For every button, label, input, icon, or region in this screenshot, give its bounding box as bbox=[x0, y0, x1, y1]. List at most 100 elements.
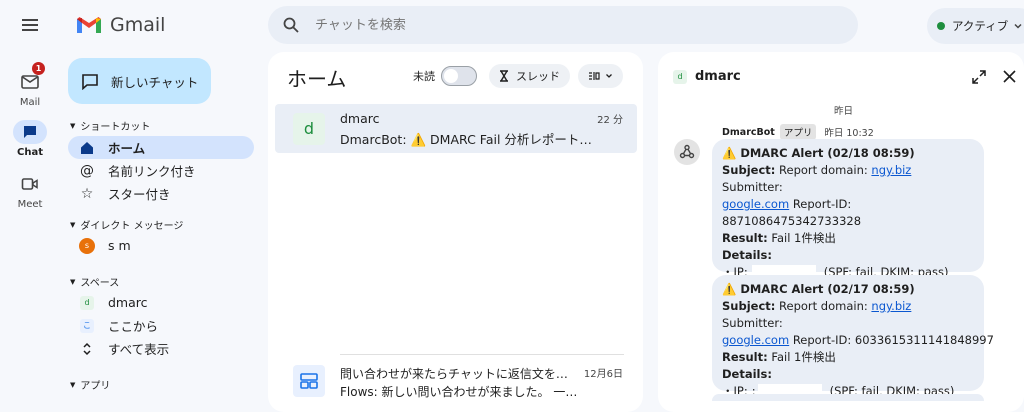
rail-chat[interactable]: Chat bbox=[0, 120, 60, 158]
shortcuts-section-header[interactable]: ▼ ショートカット bbox=[70, 118, 151, 134]
chat-header: d dmarc bbox=[673, 69, 741, 84]
subject-label: Subject: bbox=[722, 299, 776, 313]
open-in-full-icon[interactable] bbox=[972, 70, 986, 84]
sender-line: DmarcBot アプリ 昨日 10:32 bbox=[722, 124, 874, 140]
dm-section-header[interactable]: ▼ ダイレクト メッセージ bbox=[70, 217, 184, 233]
search-bar[interactable] bbox=[268, 6, 858, 44]
report-id-label: Report-ID: bbox=[792, 333, 852, 347]
list-item-time: 12月6日 bbox=[583, 369, 623, 380]
unfold-icon bbox=[78, 342, 96, 356]
result-value: Fail 1件検出 bbox=[771, 350, 836, 364]
list-item[interactable]: d dmarc DmarcBot: ⚠️ DMARC Fail 分析レポート… … bbox=[275, 104, 637, 153]
avatar: s bbox=[79, 237, 95, 254]
space-kokokara-label: ここから bbox=[108, 319, 159, 334]
submitter-link[interactable]: google.com bbox=[722, 333, 789, 347]
chat-title[interactable]: dmarc bbox=[695, 69, 741, 84]
star-icon: ☆ bbox=[80, 185, 94, 202]
view-list-icon bbox=[588, 71, 600, 81]
unread-toggle[interactable]: 未読 bbox=[413, 66, 477, 86]
new-chat-icon bbox=[81, 73, 99, 90]
nav-item-space-dmarc[interactable]: d dmarc bbox=[68, 291, 254, 314]
main-menu-icon[interactable] bbox=[20, 15, 40, 35]
list-item-title: 問い合わせが来たらチャットに返信文を… bbox=[340, 367, 568, 381]
rail-meet-label: Meet bbox=[17, 199, 43, 210]
domain-link[interactable]: ngy.biz bbox=[871, 163, 911, 177]
result-label: Result: bbox=[722, 350, 768, 364]
app-rail: 1 Mail Chat Meet bbox=[0, 0, 60, 401]
chevron-down-icon bbox=[605, 72, 613, 80]
new-chat-button[interactable]: 新しいチャット bbox=[68, 58, 211, 104]
message-card: ⚠️ DMARC Alert (02/17 08:59) Subject: Re… bbox=[712, 275, 994, 399]
bot-avatar bbox=[674, 139, 700, 165]
nav-mentions-label: 名前リンク付き bbox=[108, 164, 196, 179]
status-dot bbox=[937, 22, 945, 30]
mail-icon bbox=[21, 75, 39, 89]
close-icon[interactable] bbox=[1003, 70, 1016, 83]
space-dmarc-icon: d bbox=[80, 295, 94, 310]
gmail-wordmark: Gmail bbox=[110, 14, 166, 36]
nav-item-space-kokokara[interactable]: こ ここから bbox=[68, 314, 254, 337]
rail-meet[interactable]: Meet bbox=[0, 172, 60, 210]
sent-time: 昨日 10:32 bbox=[824, 128, 874, 139]
caret-down-icon: ▼ bbox=[70, 277, 76, 286]
subject-text: Report domain: bbox=[779, 163, 868, 177]
unread-label: 未読 bbox=[413, 70, 435, 83]
details-label: Details: bbox=[722, 248, 772, 262]
nav-item-show-all[interactable]: すべて表示 bbox=[68, 337, 254, 360]
chevron-down-icon bbox=[1013, 21, 1023, 31]
show-all-label: すべて表示 bbox=[108, 342, 170, 357]
apps-section-header[interactable]: ▼ アプリ bbox=[70, 377, 111, 393]
webhook-icon bbox=[679, 144, 695, 160]
dm-header-label: ダイレクト メッセージ bbox=[80, 221, 184, 232]
dm-user-label: s m bbox=[108, 238, 131, 253]
nav-item-starred[interactable]: ☆ スター付き bbox=[68, 182, 254, 205]
sender-name[interactable]: DmarcBot bbox=[722, 127, 775, 138]
spaces-header-label: スペース bbox=[80, 278, 120, 289]
at-sign-icon: @ bbox=[80, 162, 94, 179]
rail-chat-label: Chat bbox=[17, 147, 43, 158]
subject-text: Report domain: bbox=[779, 299, 868, 313]
caret-down-icon: ▼ bbox=[70, 121, 76, 130]
list-item-title: dmarc bbox=[340, 111, 380, 126]
space-kokokara-icon: こ bbox=[80, 318, 94, 333]
toggle-switch[interactable] bbox=[441, 66, 477, 86]
date-divider: 昨日 bbox=[834, 106, 854, 117]
list-item-preview: DmarcBot: ⚠️ DMARC Fail 分析レポート… bbox=[340, 132, 592, 147]
status-label: アクティブ bbox=[952, 19, 1009, 33]
caret-down-icon: ▼ bbox=[70, 220, 76, 229]
search-input[interactable] bbox=[313, 16, 797, 34]
result-value: Fail 1件検出 bbox=[771, 231, 836, 245]
submitter-link[interactable]: google.com bbox=[722, 197, 789, 211]
search-icon[interactable] bbox=[283, 17, 299, 33]
spaces-section-header[interactable]: ▼ スペース bbox=[70, 274, 120, 290]
view-options-button[interactable] bbox=[578, 64, 623, 88]
nav-home-label: ホーム bbox=[108, 141, 146, 156]
message-title: ⚠️ DMARC Alert (02/17 08:59) bbox=[722, 282, 915, 296]
gmail-logo[interactable]: Gmail bbox=[76, 14, 165, 36]
nav-item-home[interactable]: ホーム bbox=[68, 136, 254, 159]
submitter-label: Submitter: bbox=[722, 180, 783, 194]
space-avatar: d bbox=[293, 113, 325, 145]
home-icon bbox=[78, 141, 96, 155]
shortcuts-header-label: ショートカット bbox=[80, 122, 151, 133]
thread-filter-button[interactable]: スレッド bbox=[489, 64, 570, 88]
status-selector[interactable]: アクティブ bbox=[927, 8, 1024, 44]
message-title: ⚠️ DMARC Alert (02/18 08:59) bbox=[722, 146, 915, 160]
video-camera-icon bbox=[21, 177, 39, 191]
space-dmarc-label: dmarc bbox=[108, 295, 148, 310]
nav-item-mentions[interactable]: @ 名前リンク付き bbox=[68, 159, 254, 182]
nav-item-dm-user[interactable]: s s m bbox=[68, 234, 254, 257]
subject-label: Subject: bbox=[722, 163, 776, 177]
apps-header-label: アプリ bbox=[80, 381, 111, 392]
report-id-value: 8871086475342733328 bbox=[722, 214, 862, 228]
nav-starred-label: スター付き bbox=[108, 187, 171, 202]
thread-filter-label: スレッド bbox=[516, 70, 560, 83]
domain-link[interactable]: ngy.biz bbox=[871, 299, 911, 313]
list-item-time: 22 分 bbox=[597, 115, 623, 126]
message-card: ⚠️ DMARC Alert (02/18 08:59) Subject: Re… bbox=[712, 139, 984, 280]
mail-unread-badge: 1 bbox=[32, 62, 45, 75]
list-item[interactable]: 問い合わせが来たらチャットに返信文を… Flows: 新しい問い合わせが来ました… bbox=[275, 358, 637, 401]
rail-mail[interactable]: 1 Mail bbox=[0, 62, 60, 108]
details-label: Details: bbox=[722, 367, 772, 381]
toggle-knob bbox=[444, 69, 458, 83]
